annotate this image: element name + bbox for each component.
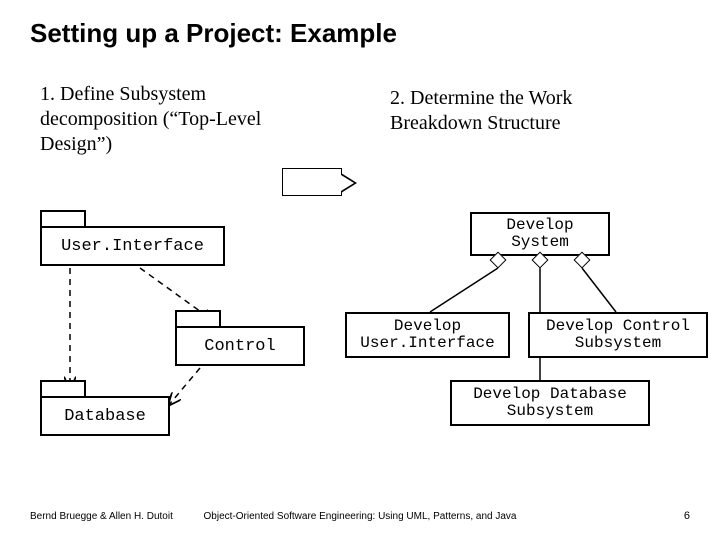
arrow-right-icon <box>282 168 342 196</box>
footer-page-number: 6 <box>684 510 690 522</box>
step-1-text: 1. Define Subsystem decomposition (“Top-… <box>40 82 320 157</box>
step-2-text: 2. Determine the Work Breakdown Structur… <box>390 86 650 136</box>
wbs-develop-system: Develop System <box>470 212 610 256</box>
footer-book: Object-Oriented Software Engineering: Us… <box>0 511 720 522</box>
page-title: Setting up a Project: Example <box>30 18 397 49</box>
package-label: Database <box>40 396 170 436</box>
wbs-develop-control: Develop Control Subsystem <box>528 312 708 358</box>
connector-lines <box>0 0 720 540</box>
wbs-develop-database: Develop Database Subsystem <box>450 380 650 426</box>
package-label: Control <box>175 326 305 366</box>
package-label: User.Interface <box>40 226 225 266</box>
wbs-develop-ui: Develop User.Interface <box>345 312 510 358</box>
